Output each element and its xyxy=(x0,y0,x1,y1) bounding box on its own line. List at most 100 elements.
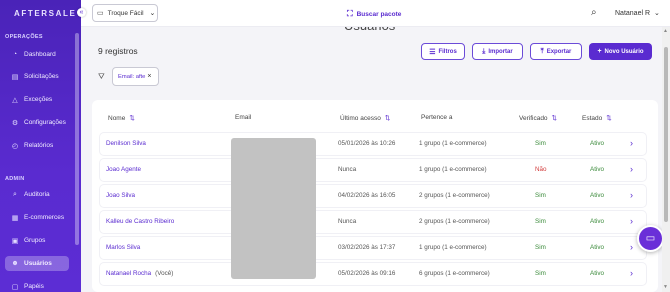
sidebar-item-label: Relatórios xyxy=(24,142,54,149)
table-row[interactable]: Joao Silva 04/02/2026 às 16:05 2 grupos … xyxy=(100,185,646,207)
warning-icon: △ xyxy=(12,96,18,104)
sidebar-item-label: Configurações xyxy=(24,119,66,126)
column-header-belongs-to: Pertence a xyxy=(421,114,452,121)
column-header-label: Verificado xyxy=(519,114,548,122)
column-header-email: Email xyxy=(235,114,251,121)
user-name-link[interactable]: Denilson Silva xyxy=(106,140,150,147)
scroll-down-icon[interactable]: ▼ xyxy=(663,284,668,290)
sidebar-item-papeis[interactable]: ▢ Papéis xyxy=(5,279,69,292)
user-name-link[interactable]: Kalleu de Castro Ribeiro xyxy=(106,218,178,225)
belongs-to: 1 grupo (1 e-commerce) xyxy=(419,140,487,147)
filters-button[interactable]: ☰ Filtros xyxy=(421,43,465,60)
sidebar-item-configuracoes[interactable]: ⚙ Configurações xyxy=(5,115,69,130)
user-name-link[interactable]: Joao Agente xyxy=(106,166,145,173)
chevron-right-icon[interactable]: › xyxy=(630,242,633,252)
sidebar-item-label: Dashboard xyxy=(24,51,56,58)
belongs-to: 1 grupo (1 e-commerce) xyxy=(419,244,487,251)
users-icon: ☻ xyxy=(11,260,19,267)
last-access: 05/02/2026 às 09:16 xyxy=(338,270,396,277)
sidebar-item-relatorios[interactable]: ◴ Relatórios xyxy=(5,138,69,153)
belongs-to: 6 grupos (1 e-commerce) xyxy=(419,270,490,277)
new-user-button-label: Novo Usuário xyxy=(604,48,644,55)
new-user-button[interactable]: + Novo Usuário xyxy=(589,43,652,60)
sort-icon: ⇅ xyxy=(551,115,557,122)
column-header-label: Estado xyxy=(582,114,603,122)
sidebar-item-label: E-commerces xyxy=(24,214,65,221)
status-value: Ativo xyxy=(590,218,604,225)
filter-icon[interactable]: ⛛ xyxy=(98,72,105,82)
email-redaction xyxy=(231,138,316,279)
sidebar-item-label: Grupos xyxy=(24,237,46,244)
sort-icon: ⇅ xyxy=(606,115,612,122)
user-name-link[interactable]: Natanael Rocha (Você) xyxy=(106,270,173,277)
verified-value: Sim xyxy=(535,192,546,199)
export-button[interactable]: ⤒ Exportar xyxy=(530,43,582,60)
search-icon[interactable]: ⌕ xyxy=(591,7,597,18)
chevron-right-icon[interactable]: › xyxy=(630,138,633,148)
plus-icon: + xyxy=(597,48,602,55)
column-header-label: Nome xyxy=(108,114,126,122)
search-package-link[interactable]: ⛶ Buscar pacote xyxy=(347,9,401,19)
chat-button[interactable]: ▭ xyxy=(637,225,664,252)
chevron-right-icon[interactable]: › xyxy=(630,216,633,226)
import-button-label: Importar xyxy=(488,48,513,55)
table-row[interactable]: Joao Agente Nunca 1 grupo (1 e-commerce)… xyxy=(100,159,646,181)
sidebar-item-usuarios[interactable]: ☻ Usuários xyxy=(5,256,69,271)
verified-value: Sim xyxy=(535,218,546,225)
import-button[interactable]: ⤓ Importar xyxy=(472,43,523,60)
sidebar-item-auditoria[interactable]: ⌕ Auditoria xyxy=(5,187,69,202)
collapse-sidebar-icon[interactable]: « xyxy=(77,8,86,17)
belongs-to: 2 grupos (1 e-commerce) xyxy=(419,218,490,225)
gauge-icon: ◔ xyxy=(12,51,18,58)
roles-icon: ▢ xyxy=(11,283,19,291)
chevron-right-icon[interactable]: › xyxy=(630,268,633,278)
last-access: Nunca xyxy=(338,166,357,173)
section-label-admin: ADMIN xyxy=(5,176,25,182)
column-header-name[interactable]: Nome ⇅ xyxy=(108,114,135,123)
chevron-right-icon[interactable]: › xyxy=(630,190,633,200)
filter-chip-email[interactable]: Email: afte × xyxy=(112,67,159,86)
scroll-up-icon[interactable]: ▲ xyxy=(663,28,668,34)
last-access: 03/02/2026 às 17:37 xyxy=(338,244,396,251)
last-access: 04/02/2026 às 16:05 xyxy=(338,192,396,199)
report-icon: ◴ xyxy=(11,142,19,150)
table-row[interactable]: Kalleu de Castro Ribeiro Nunca 2 grupos … xyxy=(100,211,646,233)
sidebar-scrollbar[interactable] xyxy=(75,33,79,245)
scan-icon: ⛶ xyxy=(347,9,353,18)
topbar: ▭ Troque Fácil ⌄ ⛶ Buscar pacote ⌕ Natan… xyxy=(81,0,670,27)
status-value: Ativo xyxy=(590,192,604,199)
user-name: Natanael R xyxy=(615,9,651,17)
verified-value: Não xyxy=(535,166,547,173)
belongs-to: 1 grupo (1 e-commerce) xyxy=(419,166,487,173)
last-access: Nunca xyxy=(338,218,357,225)
sidebar-item-grupos[interactable]: ▣ Grupos xyxy=(5,233,69,248)
table-row[interactable]: Marlos Silva 03/02/2026 às 17:37 1 grupo… xyxy=(100,237,646,259)
records-count: 9 registros xyxy=(98,46,138,56)
table-row[interactable]: Denilson Silva 05/01/2026 às 10:26 1 gru… xyxy=(100,133,646,155)
user-name-link[interactable]: Joao Silva xyxy=(106,192,139,199)
user-menu[interactable]: Natanael R ⌄ xyxy=(615,9,660,18)
filter-chip-label: Email: afte xyxy=(118,73,146,80)
belongs-to: 2 grupos (1 e-commerce) xyxy=(419,192,490,199)
chevron-down-icon: ⌄ xyxy=(654,10,660,17)
table-row[interactable]: Natanael Rocha (Você) 05/02/2026 às 09:16… xyxy=(100,263,646,285)
sidebar-item-solicitacoes[interactable]: ▤ Solicitações xyxy=(5,69,69,84)
chevron-right-icon[interactable]: › xyxy=(630,164,633,174)
sidebar-item-excecoes[interactable]: △ Exceções xyxy=(5,92,69,107)
status-value: Ativo xyxy=(590,270,604,277)
chevron-down-icon: ⌄ xyxy=(149,10,156,17)
sort-icon: ⇅ xyxy=(129,115,135,122)
sidebar-item-label: Auditoria xyxy=(24,191,50,198)
column-header-status[interactable]: Estado ⇅ xyxy=(582,114,612,123)
sidebar-item-ecommerces[interactable]: ▦ E-commerces xyxy=(5,210,69,225)
filters-button-label: Filtros xyxy=(438,48,457,55)
column-header-last-access[interactable]: Último acesso ⇅ xyxy=(340,114,390,123)
column-header-verified[interactable]: Verificado ⇅ xyxy=(519,114,557,123)
sidebar-item-dashboard[interactable]: ◔ Dashboard xyxy=(5,47,69,62)
store-select[interactable]: ▭ Troque Fácil ⌄ xyxy=(92,4,158,22)
status-value: Ativo xyxy=(590,166,604,173)
audit-icon: ⌕ xyxy=(13,190,17,198)
user-name-link[interactable]: Marlos Silva xyxy=(106,244,144,251)
page-scrollbar-thumb[interactable] xyxy=(664,47,668,222)
close-icon[interactable]: × xyxy=(147,73,151,80)
